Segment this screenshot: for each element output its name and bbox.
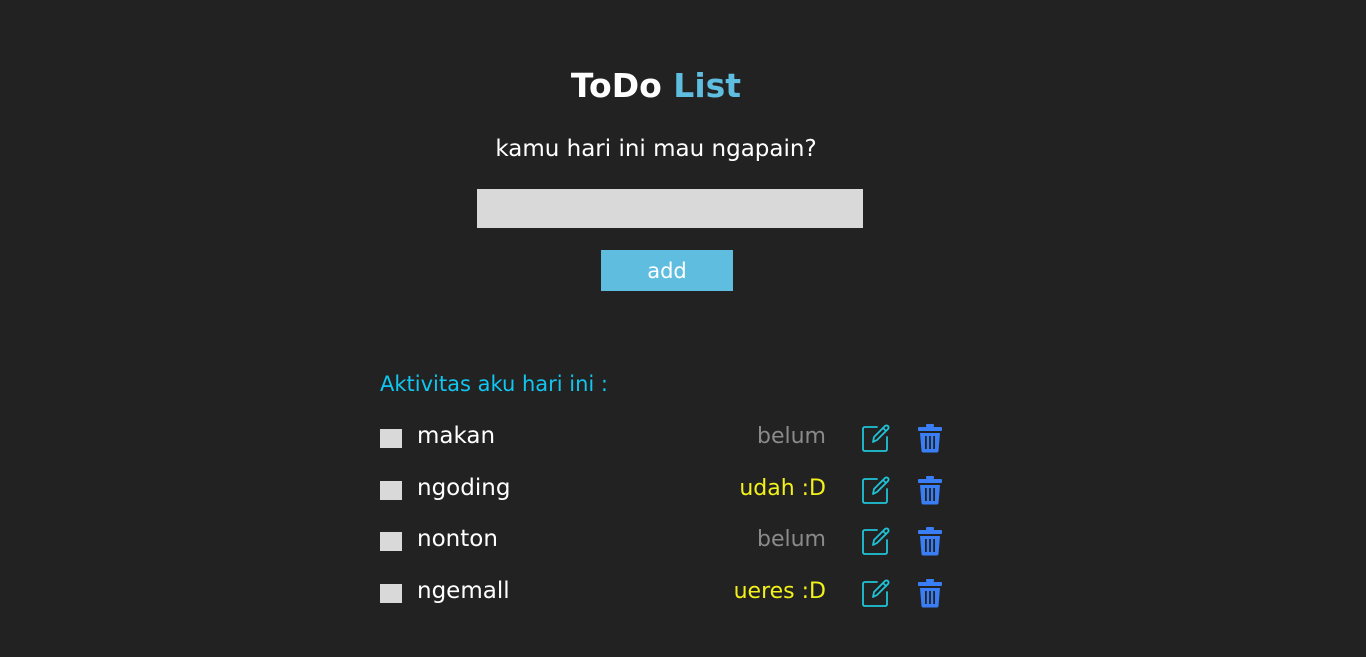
- todo-item: nonton belum: [380, 521, 950, 573]
- list-heading: Aktivitas aku hari ini :: [380, 372, 608, 396]
- todo-checkbox[interactable]: [380, 480, 402, 500]
- todo-input[interactable]: [477, 189, 863, 228]
- trash-icon[interactable]: [917, 475, 943, 505]
- add-button[interactable]: add: [601, 250, 733, 291]
- todo-item-text: makan: [417, 423, 496, 449]
- todo-list: makan belum ngoding udah :D nonton belum ng…: [380, 418, 950, 624]
- todo-item-status: belum: [757, 424, 826, 449]
- todo-checkbox[interactable]: [380, 532, 402, 551]
- title-part-1: ToDo: [570, 66, 662, 105]
- todo-item-text: ngemall: [417, 577, 510, 604]
- todo-item: ngemall ueres :D: [380, 573, 950, 625]
- edit-icon[interactable]: [861, 423, 891, 453]
- todo-item-text: ngoding: [417, 474, 511, 501]
- page-title: ToDo List: [0, 66, 1312, 105]
- todo-item-status: ueres :D: [733, 578, 826, 604]
- todo-item-status: belum: [757, 527, 826, 552]
- todo-item: ngoding udah :D: [380, 470, 950, 522]
- todo-checkbox[interactable]: [380, 429, 402, 448]
- edit-icon[interactable]: [861, 475, 891, 505]
- title-part-2: List: [673, 66, 742, 105]
- todo-item-status: udah :D: [739, 475, 826, 501]
- edit-icon[interactable]: [861, 526, 891, 556]
- edit-icon[interactable]: [861, 578, 891, 608]
- trash-icon[interactable]: [917, 578, 943, 608]
- trash-icon[interactable]: [917, 423, 943, 453]
- todo-checkbox[interactable]: [380, 583, 402, 603]
- todo-page: ToDo List kamu hari ini mau ngapain? add…: [0, 0, 1366, 657]
- trash-icon[interactable]: [917, 526, 943, 556]
- todo-item: makan belum: [380, 418, 950, 470]
- page-subtitle: kamu hari ini mau ngapain?: [495, 136, 817, 162]
- todo-item-text: nonton: [417, 526, 498, 552]
